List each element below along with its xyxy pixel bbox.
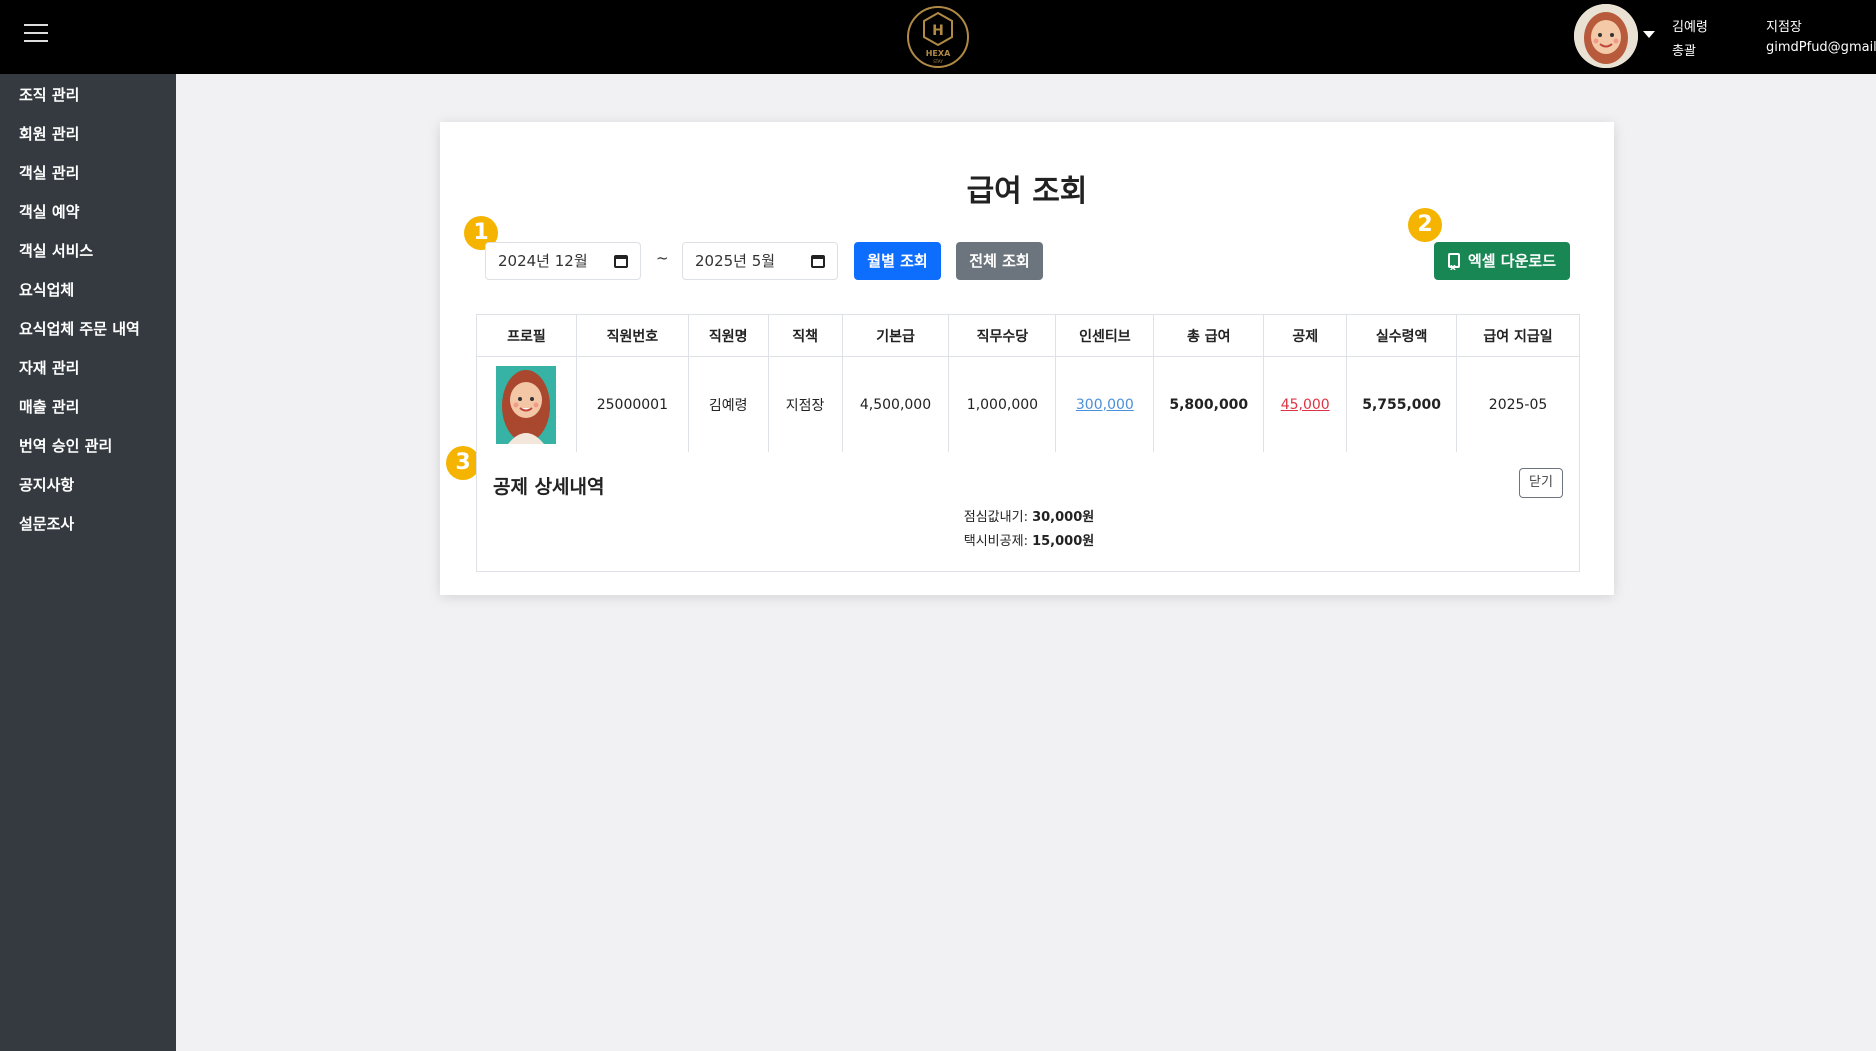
deduction-item-label: 택시비공제:	[963, 534, 1028, 549]
net-pay-cell: 5,755,000	[1346, 356, 1458, 453]
end-month-value: 2025년 5월	[695, 252, 776, 270]
svg-text:H: H	[932, 23, 944, 39]
position-cell: 지점장	[767, 356, 843, 453]
start-month-value: 2024년 12월	[498, 252, 588, 270]
column-header-position: 직책	[767, 314, 843, 357]
employee-name-cell: 김예령	[687, 356, 769, 453]
sidebar-item-sales[interactable]: 매출 관리	[19, 396, 79, 417]
column-header-profile: 프로필	[476, 314, 577, 357]
deduction-link[interactable]: 45,000	[1281, 397, 1330, 413]
base-pay-cell: 4,500,000	[841, 356, 950, 453]
deduction-detail-panel: 공제 상세내역 닫기 점심값내기: 30,000원 택시비공제: 15,000원	[476, 452, 1580, 572]
start-month-input[interactable]: 2024년 12월	[485, 242, 641, 280]
svg-text:STAY: STAY	[933, 59, 943, 64]
table-row[interactable]: 25000001 김예령 지점장 4,500,000 1,000,000 300…	[476, 356, 1580, 453]
date-range-separator: ~	[656, 249, 669, 267]
deduction-item-label: 점심값내기:	[963, 510, 1028, 525]
sidebar-item-translation-approval[interactable]: 번역 승인 관리	[19, 435, 112, 456]
sidebar-item-notices[interactable]: 공지사항	[19, 474, 74, 495]
sidebar-item-surveys[interactable]: 설문조사	[19, 513, 74, 534]
salary-table: 프로필 직원번호 직원명 직책 기본급 직무수당 인센티브 총 급여 공제 실수…	[476, 314, 1580, 453]
deduction-detail-title: 공제 상세내역	[493, 476, 605, 498]
hamburger-menu-icon[interactable]	[24, 24, 48, 44]
incentive-link[interactable]: 300,000	[1076, 397, 1134, 413]
sidebar-item-members[interactable]: 회원 관리	[19, 123, 79, 144]
column-header-deduction: 공제	[1263, 314, 1348, 357]
sidebar-item-organization[interactable]: 조직 관리	[19, 84, 79, 105]
page-title: 급여 조회	[966, 174, 1088, 209]
column-header-total-pay: 총 급여	[1153, 314, 1265, 357]
sidebar: 조직 관리 회원 관리 객실 관리 객실 예약 객실 서비스 요식업체 요식업체…	[0, 74, 176, 1051]
employee-no-cell: 25000001	[575, 356, 689, 453]
user-menu-chevron-down-icon[interactable]	[1643, 31, 1655, 38]
all-search-button[interactable]: 전체 조회	[956, 242, 1043, 280]
excel-file-icon	[1447, 249, 1460, 287]
employee-profile-image[interactable]	[496, 365, 557, 444]
user-name: 김예령	[1672, 20, 1708, 35]
svg-text:HEXA: HEXA	[926, 49, 951, 58]
allowance-cell: 1,000,000	[948, 356, 1057, 453]
user-email: gimdPfud@gmail	[1766, 40, 1876, 55]
monthly-search-button[interactable]: 월별 조회	[854, 242, 941, 280]
column-header-employee-no: 직원번호	[575, 314, 689, 357]
table-header-row: 프로필 직원번호 직원명 직책 기본급 직무수당 인센티브 총 급여 공제 실수…	[476, 314, 1580, 357]
sidebar-item-materials[interactable]: 자재 관리	[19, 357, 79, 378]
top-navbar: H HEXA STAY 김예령 총괄 지점장 gimdPfud@gmail	[0, 0, 1876, 74]
user-department: 총괄	[1672, 44, 1696, 59]
incentive-cell: 300,000	[1055, 356, 1155, 453]
sidebar-item-restaurants[interactable]: 요식업체	[19, 279, 74, 300]
deduction-cell: 45,000	[1263, 356, 1348, 453]
deduction-item-amount: 30,000원	[1032, 510, 1095, 525]
user-avatar[interactable]	[1574, 4, 1638, 68]
excel-download-label: 엑셀 다운로드	[1467, 252, 1557, 270]
sidebar-item-room-service[interactable]: 객실 서비스	[19, 240, 93, 261]
deduction-item: 점심값내기: 30,000원	[477, 506, 1581, 525]
sidebar-item-room-reservation[interactable]: 객실 예약	[19, 201, 79, 222]
column-header-incentive: 인센티브	[1055, 314, 1155, 357]
marker-badge-3: 3	[446, 446, 480, 480]
end-month-input[interactable]: 2025년 5월	[682, 242, 838, 280]
total-pay-cell: 5,800,000	[1153, 356, 1265, 453]
close-button[interactable]: 닫기	[1519, 468, 1563, 498]
deduction-item-amount: 15,000원	[1032, 534, 1095, 549]
column-header-net-pay: 실수령액	[1346, 314, 1458, 357]
column-header-allowance: 직무수당	[948, 314, 1057, 357]
profile-cell	[476, 356, 577, 453]
user-role: 지점장	[1766, 20, 1802, 35]
column-header-name: 직원명	[687, 314, 769, 357]
calendar-icon[interactable]	[614, 255, 628, 268]
salary-card: 급여 조회 1 2 3 2024년 12월 ~ 2025년 5월 월별 조회 전…	[440, 122, 1614, 595]
column-header-base-pay: 기본급	[841, 314, 950, 357]
sidebar-item-restaurant-orders[interactable]: 요식업체 주문 내역	[19, 318, 140, 339]
sidebar-item-rooms[interactable]: 객실 관리	[19, 162, 79, 183]
excel-download-button[interactable]: 엑셀 다운로드	[1434, 242, 1570, 287]
pay-date-cell: 2025-05	[1456, 356, 1580, 453]
deduction-item: 택시비공제: 15,000원	[477, 530, 1581, 549]
column-header-pay-date: 급여 지급일	[1456, 314, 1580, 357]
calendar-icon[interactable]	[811, 255, 825, 268]
hexa-stay-logo[interactable]: H HEXA STAY	[905, 4, 971, 70]
marker-badge-2: 2	[1408, 208, 1442, 242]
